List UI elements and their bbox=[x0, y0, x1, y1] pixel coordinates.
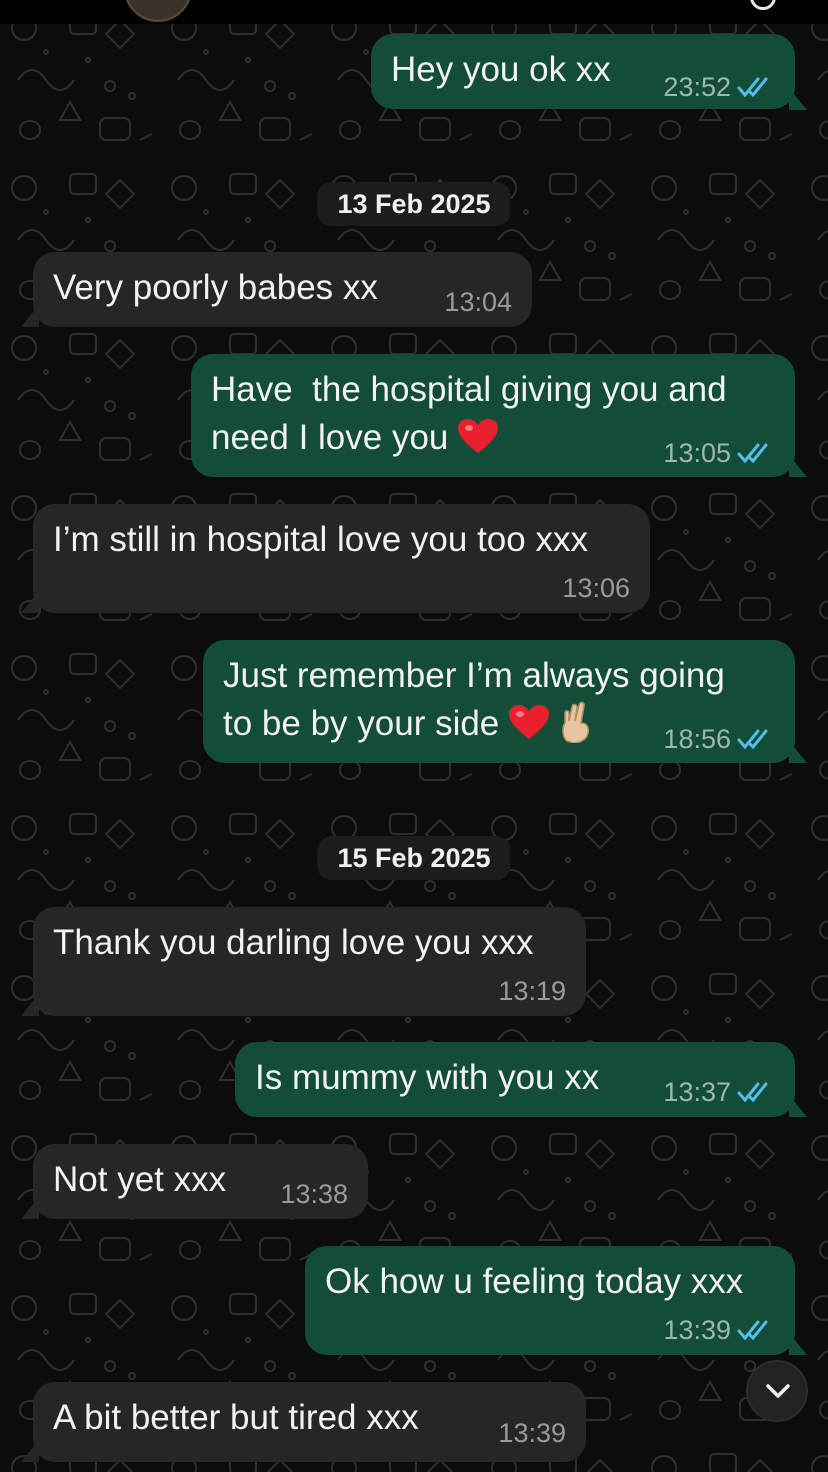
bubble-tail bbox=[789, 1333, 807, 1355]
message-timestamp: 13:06 bbox=[562, 573, 630, 603]
message-text-line: to be by your side bbox=[223, 700, 593, 748]
bubble-tail bbox=[21, 1440, 39, 1462]
message-text: Thank you darling love you xxx bbox=[53, 923, 534, 962]
chat-header bbox=[0, 0, 828, 24]
message-text: need I love you bbox=[211, 418, 449, 457]
message-text: A bit better but tired xxx bbox=[53, 1398, 419, 1437]
double-check-icon bbox=[737, 729, 768, 750]
message-timestamp: 13:39 bbox=[498, 1418, 566, 1448]
message-incoming[interactable]: I’m still in hospital love you too xxx 1… bbox=[33, 504, 650, 613]
message-incoming[interactable]: A bit better but tired xxx 13:39 bbox=[33, 1382, 586, 1462]
bubble-tail bbox=[21, 305, 39, 327]
message-timestamp: 13:37 bbox=[663, 1077, 731, 1107]
red-heart-emoji bbox=[458, 419, 499, 453]
message-text: Is mummy with you xx bbox=[255, 1058, 600, 1097]
message-time: 18:56 bbox=[663, 724, 775, 754]
double-check-icon bbox=[737, 1320, 768, 1341]
message-timestamp: 13:19 bbox=[498, 976, 566, 1006]
bubble-tail bbox=[789, 455, 807, 477]
chevron-down-icon bbox=[766, 1384, 790, 1398]
bubble-tail bbox=[789, 741, 807, 763]
message-time: 23:52 bbox=[663, 72, 775, 102]
message-text: Ok how u feeling today xxx bbox=[325, 1262, 744, 1301]
message-outgoing[interactable]: Is mummy with you xx 13:37 bbox=[235, 1042, 795, 1117]
message-outgoing[interactable]: Hey you ok xx 23:52 bbox=[371, 34, 795, 109]
header-action-icon[interactable] bbox=[750, 0, 776, 10]
bubble-tail bbox=[21, 591, 39, 613]
message-timestamp: 23:52 bbox=[663, 72, 731, 102]
message-timestamp: 13:04 bbox=[444, 287, 512, 317]
message-incoming[interactable]: Not yet xxx 13:38 bbox=[33, 1144, 368, 1219]
message-text: Not yet xxx bbox=[53, 1160, 227, 1199]
bubble-tail bbox=[789, 1095, 807, 1117]
message-text-line: Have the hospital giving you and bbox=[211, 370, 727, 409]
date-separator: 13 Feb 2025 bbox=[317, 182, 511, 226]
bubble-tail bbox=[21, 1197, 39, 1219]
bubble-tail bbox=[21, 994, 39, 1016]
message-outgoing[interactable]: Just remember I’m always going to be by … bbox=[203, 640, 795, 763]
message-timestamp: 13:39 bbox=[663, 1315, 731, 1345]
red-heart-emoji bbox=[509, 705, 550, 739]
chat-screen: Hey you ok xx 23:52 13 Feb 2025 Very poo… bbox=[0, 0, 828, 1472]
message-text-line: need I love you bbox=[211, 414, 499, 462]
message-outgoing[interactable]: Have the hospital giving you and need I … bbox=[191, 354, 795, 477]
message-time: 13:39 bbox=[663, 1315, 775, 1345]
message-timestamp: 18:56 bbox=[663, 724, 731, 754]
scroll-to-bottom-button[interactable] bbox=[746, 1360, 808, 1422]
contact-avatar[interactable] bbox=[124, 0, 192, 22]
message-text-line: Just remember I’m always going bbox=[223, 656, 725, 695]
crossed-fingers-emoji bbox=[561, 701, 589, 743]
message-text: to be by your side bbox=[223, 704, 500, 743]
message-time: 13:05 bbox=[663, 438, 775, 468]
double-check-icon bbox=[737, 77, 768, 98]
message-text: Very poorly babes xx bbox=[53, 268, 378, 307]
message-timestamp: 13:05 bbox=[663, 438, 731, 468]
message-outgoing[interactable]: Ok how u feeling today xxx 13:39 bbox=[305, 1246, 795, 1355]
message-time: 13:37 bbox=[663, 1077, 775, 1107]
message-incoming[interactable]: Very poorly babes xx 13:04 bbox=[33, 252, 532, 327]
message-text: Hey you ok xx bbox=[391, 50, 611, 89]
message-text: I’m still in hospital love you too xxx bbox=[53, 520, 588, 559]
date-separator: 15 Feb 2025 bbox=[317, 836, 511, 880]
bubble-tail bbox=[789, 88, 807, 110]
message-timestamp: 13:38 bbox=[280, 1179, 348, 1209]
message-incoming[interactable]: Thank you darling love you xxx 13:19 bbox=[33, 907, 586, 1016]
double-check-icon bbox=[737, 1082, 768, 1103]
double-check-icon bbox=[737, 443, 768, 464]
